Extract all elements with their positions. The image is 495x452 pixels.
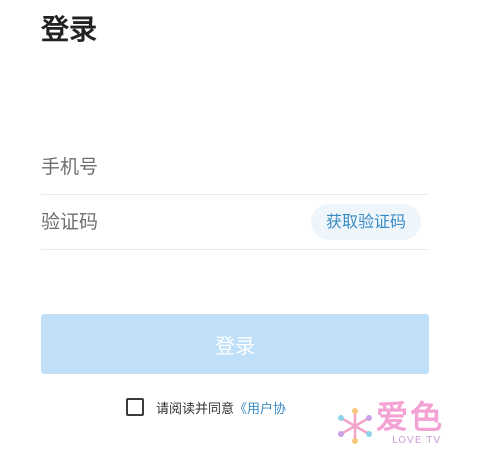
watermark: 爱色 LOVE TV [330, 395, 495, 452]
user-agreement-link[interactable]: 《用户协 [234, 398, 286, 417]
phone-input[interactable] [41, 140, 301, 194]
code-field-row: 获取验证码 [41, 195, 429, 250]
watermark-title: 爱色 [376, 398, 445, 436]
agreement-text: 请阅读并同意 [156, 401, 235, 417]
snowflake-logo-icon [338, 408, 372, 444]
phone-field-row [41, 140, 429, 195]
watermark-subtitle: LOVE TV [392, 435, 442, 446]
page-title: 登录 [41, 13, 98, 46]
verification-code-input[interactable] [41, 195, 301, 249]
get-code-button[interactable]: 获取验证码 [311, 204, 421, 240]
agreement-checkbox[interactable] [126, 398, 144, 416]
agreement-row: 请阅读并同意 《用户协 [126, 395, 286, 419]
login-button[interactable]: 登录 [41, 314, 429, 374]
